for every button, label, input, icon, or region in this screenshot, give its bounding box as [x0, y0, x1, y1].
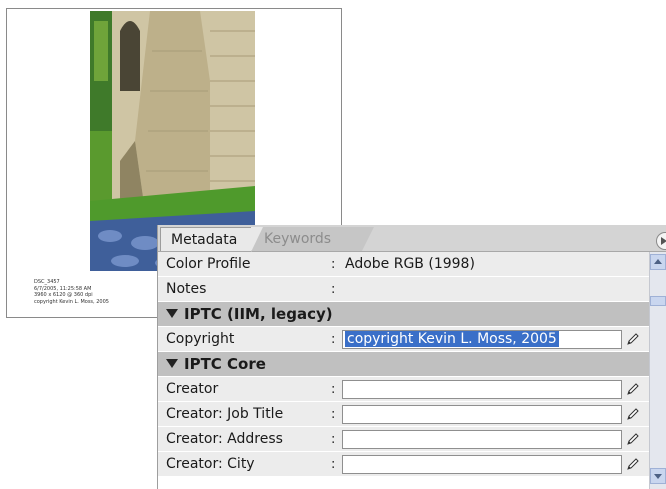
caption-copyright: copyright Kevin L. Moss, 2005 — [34, 298, 109, 305]
section-title: IPTC Core — [184, 355, 266, 373]
row-creator-job-title[interactable]: Creator: Job Title : — [158, 402, 650, 427]
scroll-thumb[interactable] — [650, 296, 666, 306]
copyright-field[interactable]: copyright Kevin L. Moss, 2005 — [342, 330, 622, 349]
tab-keywords[interactable]: Keywords — [252, 227, 374, 251]
scroll-up-button[interactable] — [650, 254, 666, 270]
tab-metadata[interactable]: Metadata — [160, 227, 263, 252]
row-label: Creator: City — [166, 456, 255, 472]
row-colon: : — [331, 257, 336, 272]
row-colon: : — [331, 432, 336, 447]
tab-keywords-label: Keywords — [264, 231, 332, 247]
row-copyright[interactable]: Copyright : copyright Kevin L. Moss, 200… — [158, 327, 650, 352]
row-label: Creator: Address — [166, 431, 283, 447]
panel-tabbar: Keywords Metadata — [158, 225, 666, 252]
tab-metadata-label: Metadata — [171, 232, 238, 248]
row-label: Creator: Job Title — [166, 406, 284, 422]
pencil-icon[interactable] — [625, 456, 641, 472]
section-title: IPTC (IIM, legacy) — [184, 305, 333, 323]
row-label: Color Profile — [166, 256, 251, 272]
pencil-icon[interactable] — [625, 331, 641, 347]
panel-menu-icon[interactable] — [656, 232, 666, 250]
row-colon: : — [331, 407, 336, 422]
pencil-icon[interactable] — [625, 406, 641, 422]
section-iptc-iim[interactable]: IPTC (IIM, legacy) — [158, 302, 650, 327]
creator-city-field[interactable] — [342, 455, 622, 474]
row-creator-city[interactable]: Creator: City : — [158, 452, 650, 477]
panel-scrollbar[interactable] — [649, 252, 666, 489]
row-colon: : — [331, 332, 336, 347]
pencil-icon[interactable] — [625, 381, 641, 397]
metadata-list: Color Profile : Adobe RGB (1998) Notes :… — [158, 252, 650, 477]
section-iptc-core[interactable]: IPTC Core — [158, 352, 650, 377]
thumbnail-caption: DSC_3457 6/7/2005, 11:25:58 AM 3960 x 61… — [34, 279, 109, 305]
row-colon: : — [331, 382, 336, 397]
row-value: Adobe RGB (1998) — [345, 256, 475, 272]
scroll-down-button[interactable] — [650, 468, 666, 484]
creator-job-title-field[interactable] — [342, 405, 622, 424]
row-label: Creator — [166, 381, 219, 397]
triangle-down-icon[interactable] — [166, 358, 178, 368]
row-notes[interactable]: Notes : — [158, 277, 650, 302]
creator-field[interactable] — [342, 380, 622, 399]
copyright-value: copyright Kevin L. Moss, 2005 — [345, 331, 559, 347]
row-label: Copyright — [166, 331, 235, 347]
row-color-profile[interactable]: Color Profile : Adobe RGB (1998) — [158, 252, 650, 277]
row-colon: : — [331, 282, 336, 297]
row-label: Notes — [166, 281, 207, 297]
row-creator[interactable]: Creator : — [158, 377, 650, 402]
creator-address-field[interactable] — [342, 430, 622, 449]
pencil-icon[interactable] — [625, 431, 641, 447]
row-creator-address[interactable]: Creator: Address : — [158, 427, 650, 452]
row-colon: : — [331, 457, 336, 472]
triangle-down-icon[interactable] — [166, 308, 178, 318]
metadata-panel: Keywords Metadata Color Profile : Adobe … — [157, 225, 666, 489]
